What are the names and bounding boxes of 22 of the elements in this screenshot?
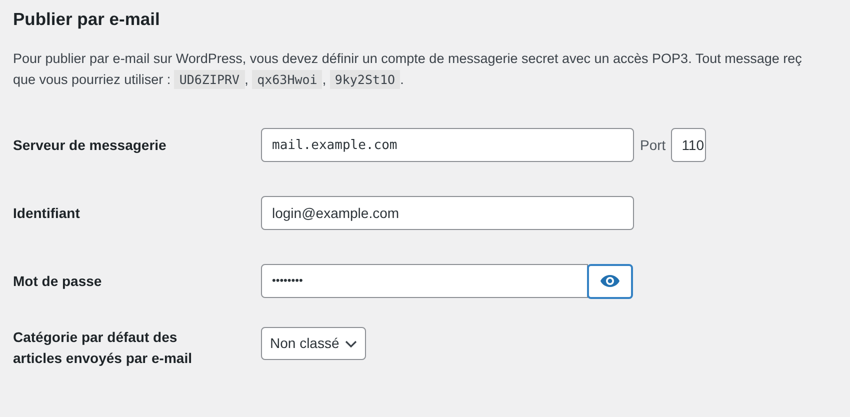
secret-code: 9ky2St1O <box>330 70 400 90</box>
intro-text: Pour publier par e-mail sur WordPress, vous devez définir un compte de messagerie secret avec un accès POP3. Tout message reç <box>13 51 802 66</box>
chevron-down-icon <box>345 340 358 348</box>
intro-text: que vous pourriez utiliser : <box>13 72 171 88</box>
server-field[interactable]: mail.example.com <box>261 128 634 162</box>
eye-icon <box>600 274 620 288</box>
show-password-button[interactable] <box>587 264 633 299</box>
port-label: Port <box>640 136 666 155</box>
secret-code: UD6ZIPRV <box>174 70 245 90</box>
port-field[interactable]: 110 <box>670 128 706 162</box>
separator: , <box>244 72 248 88</box>
field-label: Serveur de messagerie <box>13 136 168 155</box>
section-heading: Publier par e-mail <box>13 8 161 31</box>
password-field[interactable]: •••••••• <box>261 264 588 298</box>
field-label: Catégorie par défaut des articles envoyés par e-mail <box>13 328 193 368</box>
period: . <box>400 72 404 88</box>
secret-code: qx63Hwoi <box>252 70 322 90</box>
username-field[interactable]: login@example.com <box>261 196 634 230</box>
field-label: Mot de passe <box>13 272 103 291</box>
separator: , <box>322 72 326 88</box>
category-select[interactable]: Non classé <box>261 327 366 360</box>
field-label: Identifiant <box>13 204 81 223</box>
